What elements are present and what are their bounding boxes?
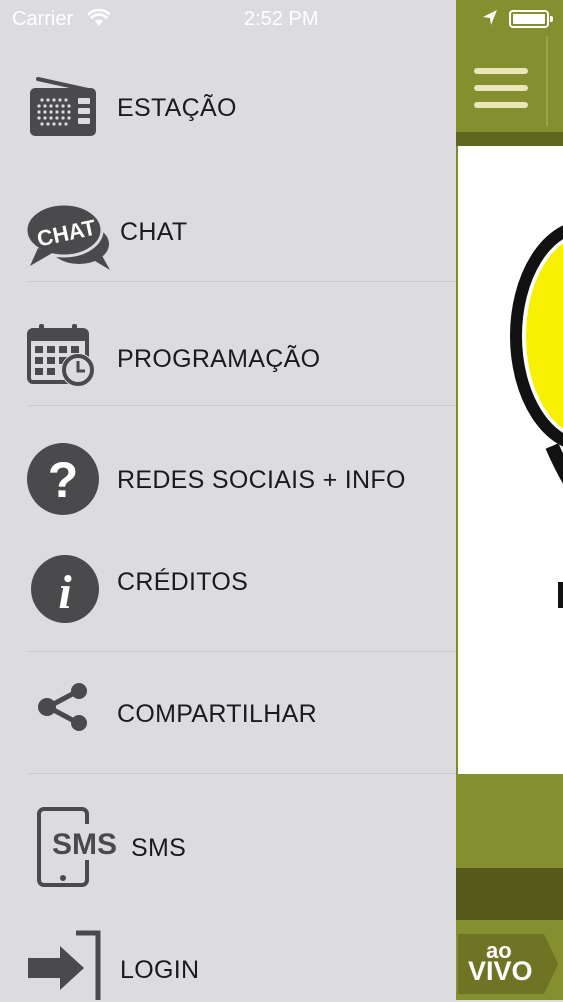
- menu-item-label: COMPARTILHAR: [117, 700, 317, 728]
- menu-item-chat[interactable]: CHAT CHAT: [0, 170, 456, 280]
- battery-icon: [509, 10, 553, 28]
- menu-divider: [28, 281, 456, 282]
- info-icon: i: [31, 555, 99, 623]
- menu-item-label: SMS: [131, 834, 187, 862]
- menu-item-compartilhar[interactable]: COMPARTILHAR: [0, 660, 456, 770]
- status-bar: Carrier 2:52 PM: [0, 0, 563, 38]
- live-badge[interactable]: ao VIVO: [458, 934, 558, 994]
- menu-item-creditos[interactable]: i CRÉDITOS: [0, 540, 456, 650]
- menu-item-label: REDES SOCIAIS + INFO: [117, 466, 406, 494]
- content-panel-lower: [456, 774, 563, 868]
- radio-icon: [30, 77, 96, 136]
- player-strip: [456, 868, 563, 920]
- station-logo-image: [510, 225, 563, 608]
- nav-divider: [546, 36, 548, 126]
- sms-icon-text: SMS: [52, 828, 117, 861]
- side-menu: ESTAÇÃO CHAT CHAT PROGRAMAÇÃO ? REDES SO…: [0, 0, 456, 1000]
- hamburger-menu-icon[interactable]: [474, 68, 528, 112]
- login-arrow-icon: [28, 930, 101, 1000]
- clock: 2:52 PM: [244, 8, 319, 30]
- menu-item-label: CHAT: [120, 218, 188, 246]
- menu-item-label: CRÉDITOS: [117, 568, 249, 596]
- menu-item-label: LOGIN: [120, 956, 200, 984]
- question-icon: ?: [27, 443, 99, 515]
- sms-phone-icon: SMS: [37, 807, 120, 887]
- calendar-clock-icon: [27, 324, 95, 387]
- station-logo-area: [458, 146, 563, 774]
- menu-item-label: PROGRAMAÇÃO: [117, 345, 321, 373]
- nav-bar-shadow: [456, 132, 563, 146]
- share-icon: [38, 683, 87, 731]
- menu-item-sms[interactable]: SMS SMS: [0, 790, 456, 900]
- live-badge-line2: VIVO: [468, 956, 533, 986]
- svg-text:i: i: [58, 566, 72, 619]
- menu-item-login[interactable]: LOGIN: [0, 910, 456, 1000]
- svg-text:?: ?: [48, 452, 79, 508]
- wifi-icon: [88, 9, 110, 26]
- menu-divider: [28, 651, 456, 652]
- menu-item-redes-sociais[interactable]: ? REDES SOCIAIS + INFO: [0, 424, 456, 534]
- menu-divider: [28, 405, 456, 406]
- location-arrow-icon: [483, 10, 497, 25]
- menu-divider: [28, 773, 456, 774]
- main-screen-peek[interactable]: ao VIVO: [456, 0, 563, 1000]
- carrier-label: Carrier: [12, 8, 74, 30]
- menu-item-programacao[interactable]: PROGRAMAÇÃO: [0, 300, 456, 404]
- menu-item-label: ESTAÇÃO: [117, 94, 237, 122]
- menu-item-estacao[interactable]: ESTAÇÃO: [0, 60, 456, 160]
- chat-bubble-icon: CHAT: [24, 202, 110, 270]
